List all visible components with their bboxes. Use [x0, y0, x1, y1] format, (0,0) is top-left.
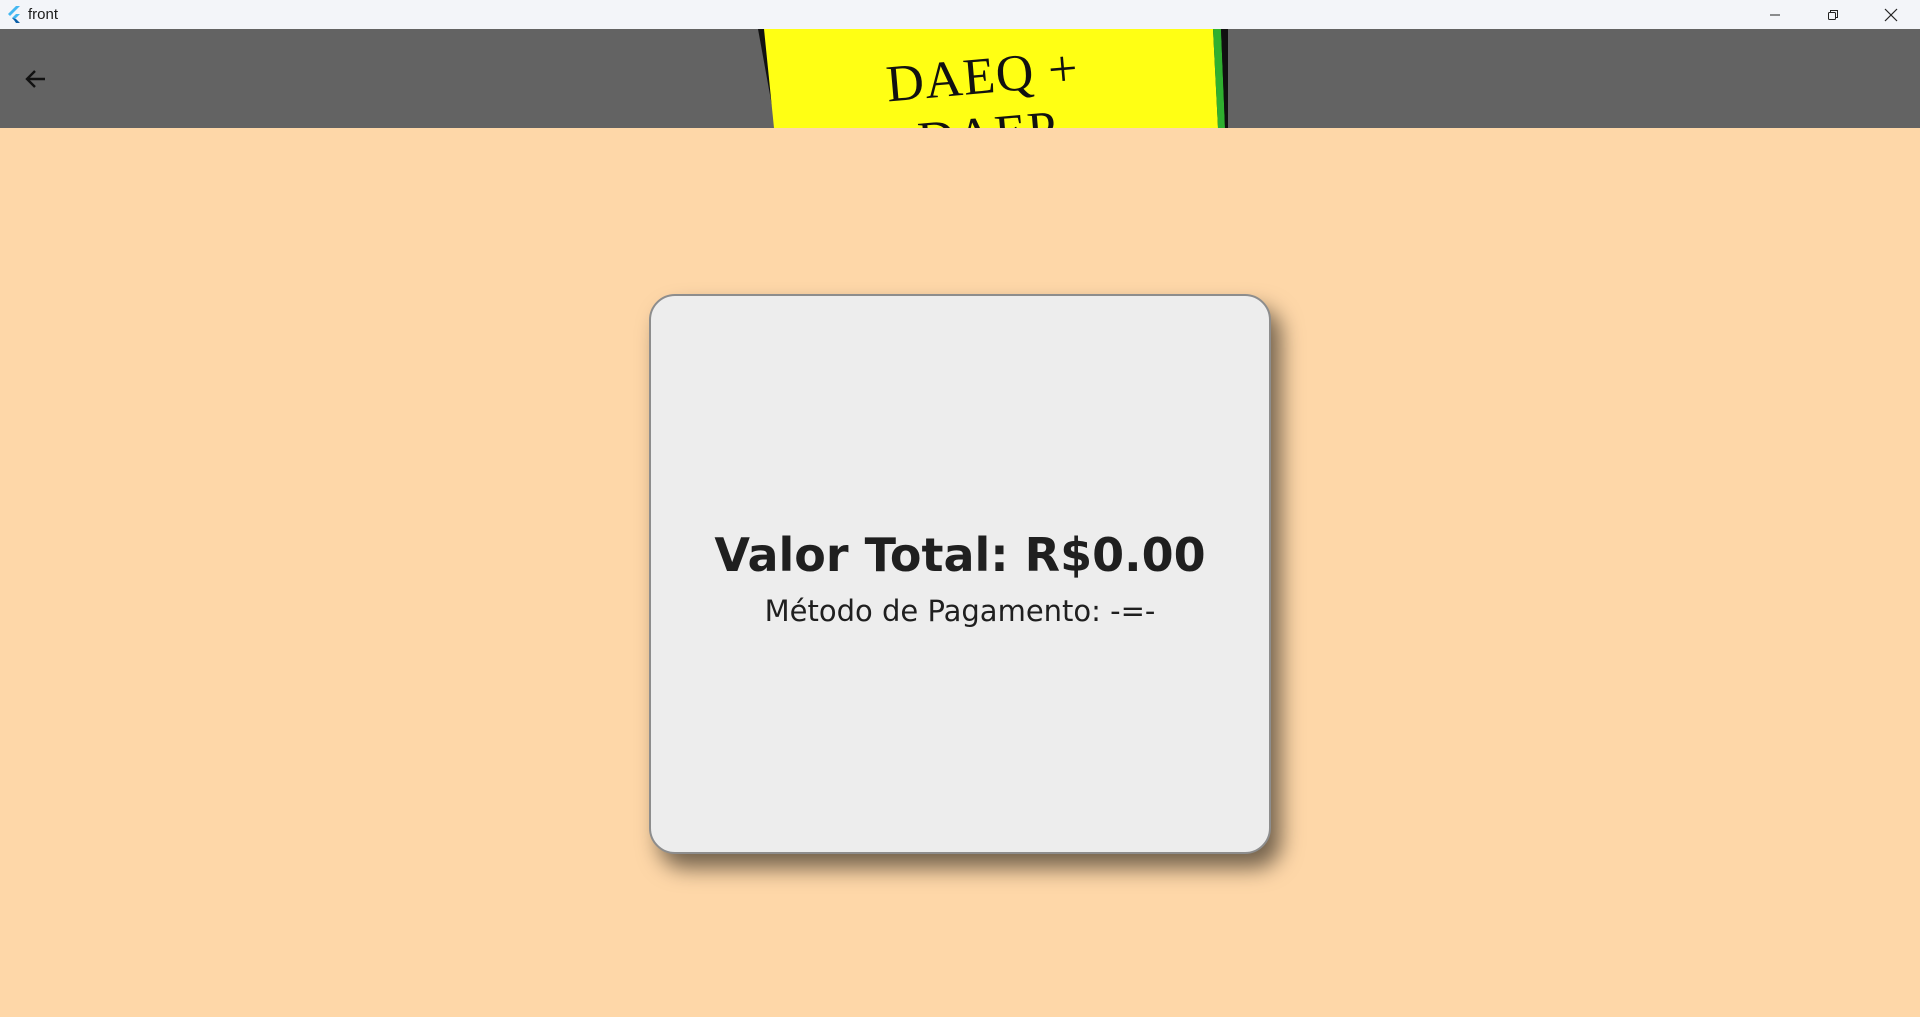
flutter-app-icon	[5, 6, 23, 24]
restore-icon	[1828, 9, 1838, 20]
window-titlebar: front	[0, 0, 1920, 29]
payment-summary-card: Valor Total: R$0.00 Método de Pagamento:…	[649, 294, 1271, 854]
arrow-left-icon	[25, 70, 45, 88]
logo: DAEQ + DAEP	[758, 29, 1228, 128]
window-title: front	[28, 6, 59, 23]
page-body: Valor Total: R$0.00 Método de Pagamento:…	[0, 128, 1920, 1017]
window-controls	[1746, 0, 1920, 29]
maximize-button[interactable]	[1804, 0, 1862, 29]
app-bar: DAEQ + DAEP	[0, 29, 1920, 128]
total-value: Valor Total: R$0.00	[714, 528, 1206, 582]
back-button[interactable]	[16, 59, 56, 99]
minimize-button[interactable]	[1746, 0, 1804, 29]
minimize-icon	[1770, 14, 1780, 15]
close-button[interactable]	[1862, 0, 1920, 29]
close-icon	[1884, 8, 1898, 21]
payment-method: Método de Pagamento: -=-	[764, 594, 1156, 628]
